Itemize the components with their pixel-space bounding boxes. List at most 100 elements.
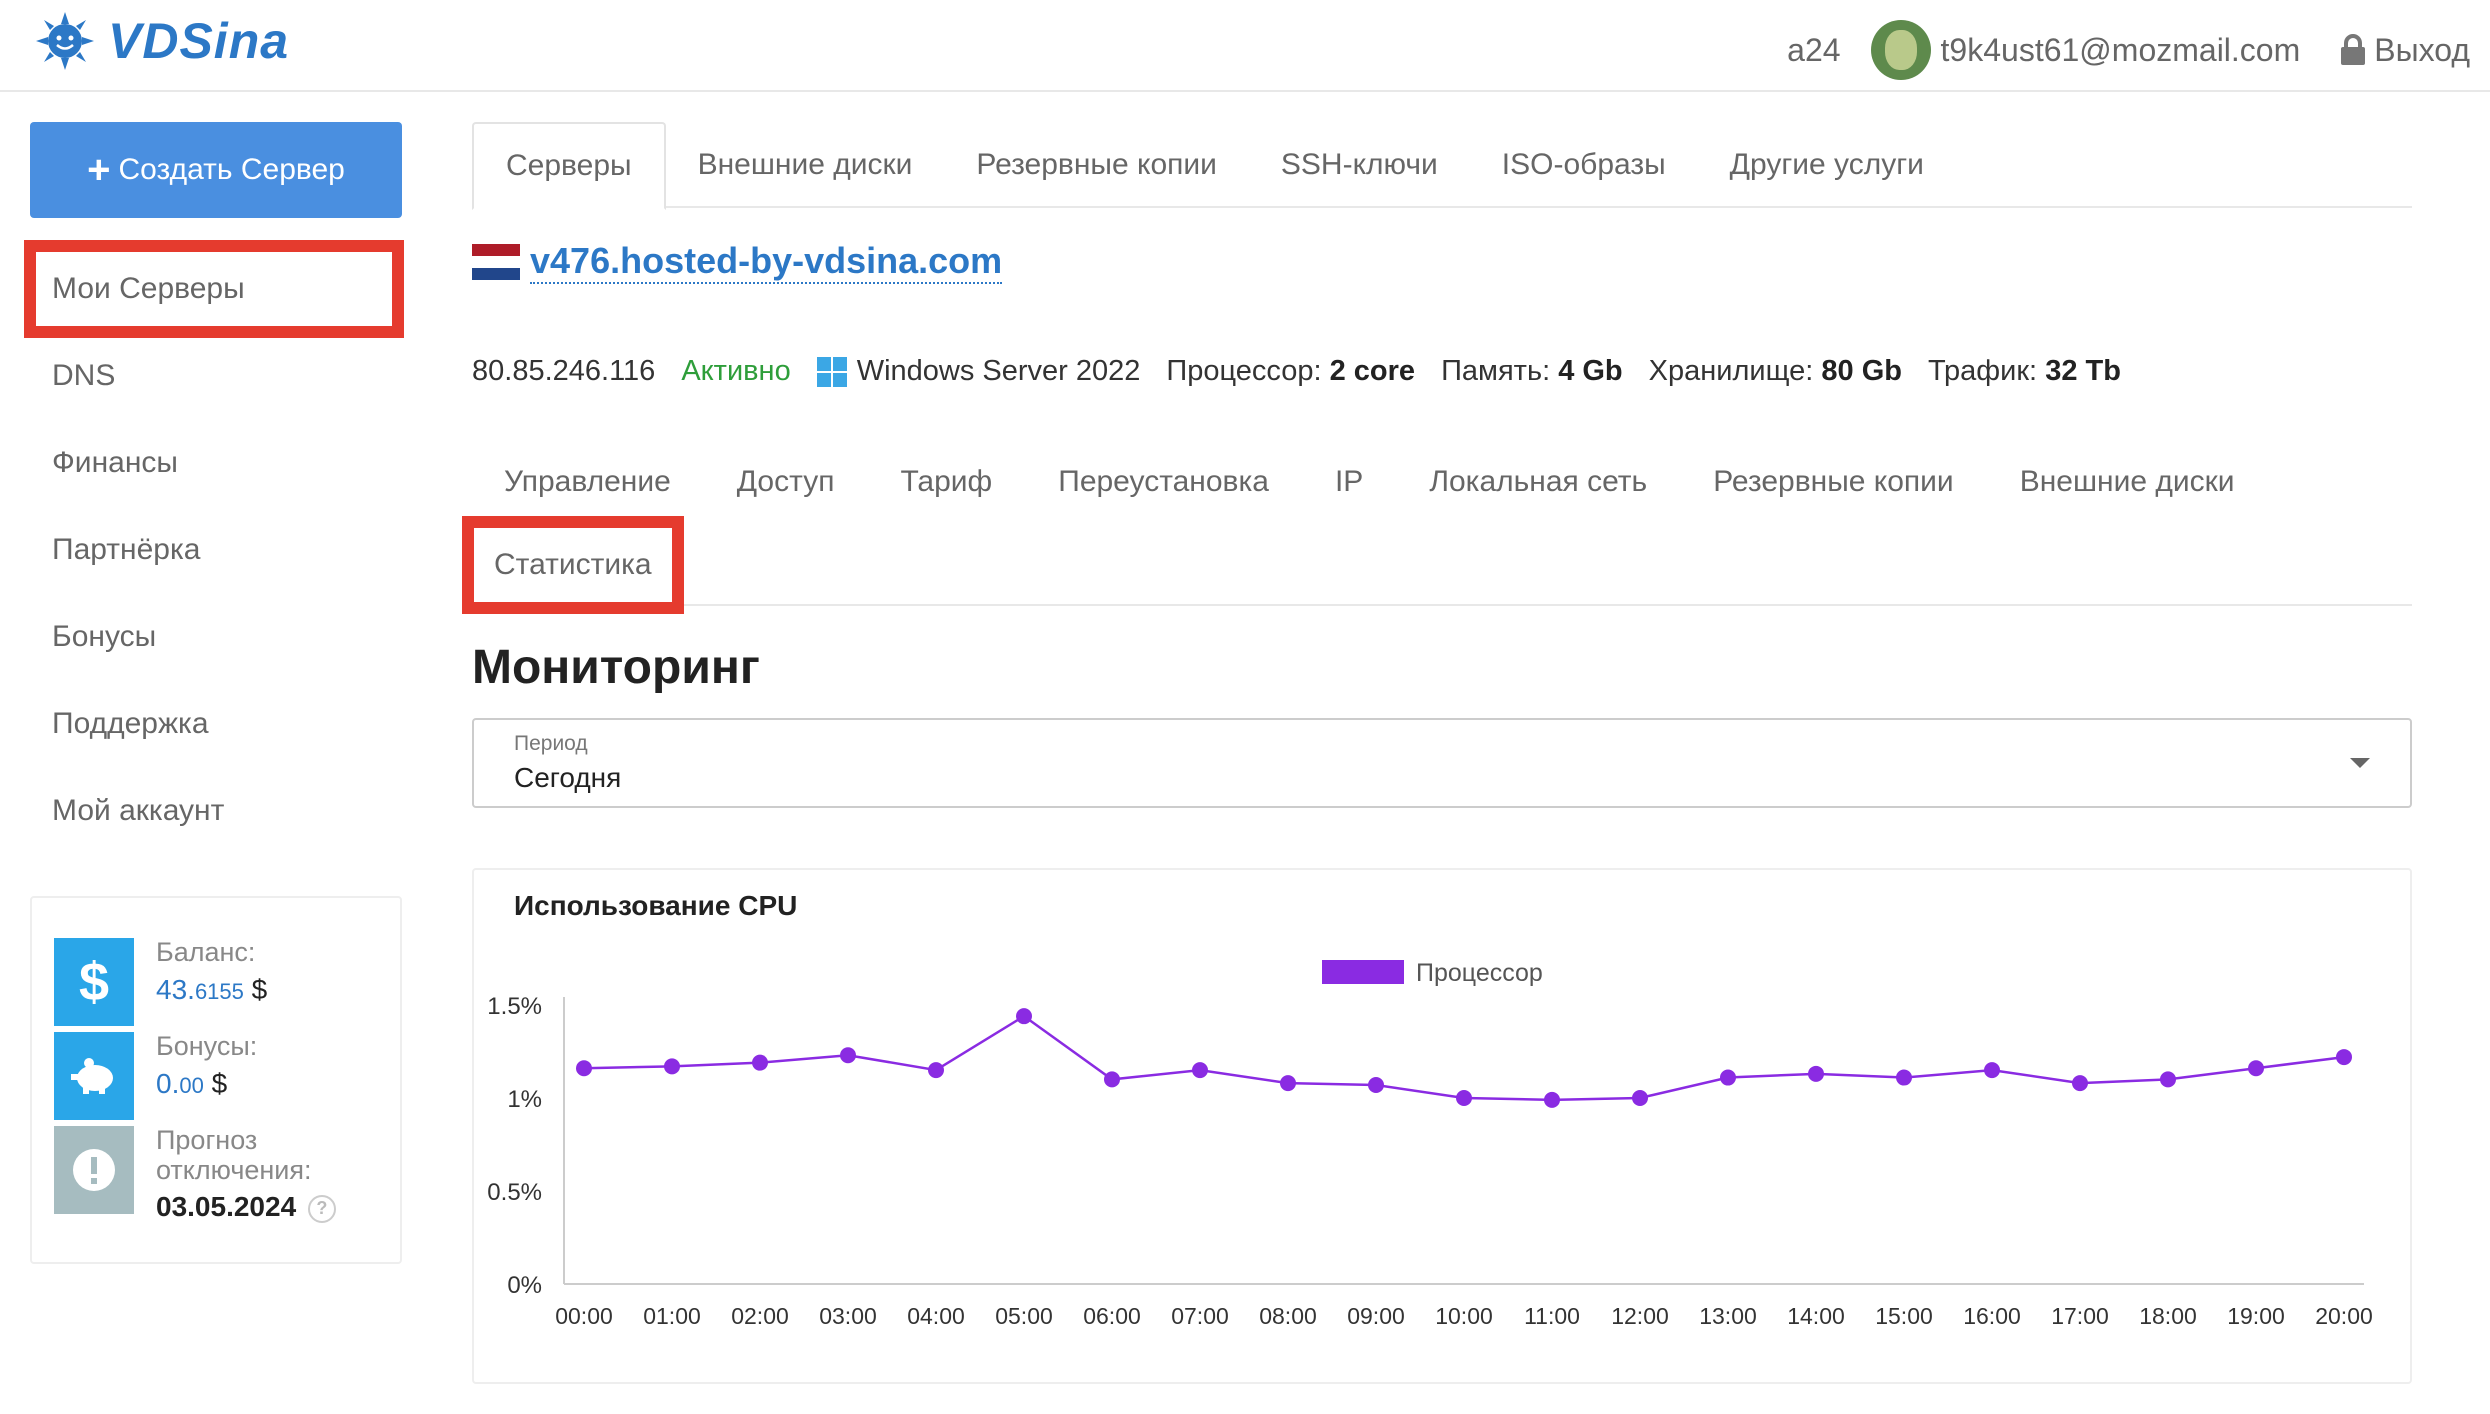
sidebar-item-my-servers[interactable]: Мои Серверы [24, 240, 404, 338]
x-tick-label: 15:00 [1875, 1303, 1933, 1329]
logout-label: Выход [2374, 31, 2470, 68]
create-server-label: Создать Сервер [118, 153, 345, 186]
help-icon[interactable]: ? [307, 1194, 336, 1223]
tab-servers[interactable]: Серверы [472, 122, 666, 210]
data-point [2072, 1075, 2088, 1092]
sidebar-item-label: Мои Серверы [52, 272, 245, 305]
tab-backups[interactable]: Резервные копии [944, 122, 1249, 208]
cpu-value: 2 core [1329, 355, 1416, 387]
bonus-fraction: 00 [179, 1072, 204, 1098]
x-tick-label: 19:00 [2227, 1303, 2285, 1329]
subtab-tariff[interactable]: Тариф [868, 440, 1026, 524]
sidebar-item-label: Мой аккаунт [52, 793, 225, 827]
x-tick-label: 11:00 [1524, 1303, 1580, 1329]
monitoring-title: Мониторинг [472, 641, 760, 694]
windows-icon [816, 357, 847, 388]
data-point [1896, 1069, 1912, 1086]
create-server-button[interactable]: + Создать Сервер [30, 122, 402, 218]
memory-value: 4 Gb [1558, 355, 1623, 387]
y-tick-label: 1.5% [487, 993, 542, 1020]
y-tick-label: 1% [507, 1086, 542, 1113]
subtab-backups[interactable]: Резервные копии [1681, 440, 1988, 524]
warning-icon [54, 1126, 134, 1214]
sidebar-item-dns[interactable]: DNS [24, 332, 404, 419]
subtab-local-network[interactable]: Локальная сеть [1397, 440, 1681, 524]
x-tick-label: 20:00 [2315, 1303, 2373, 1329]
tab-iso-images[interactable]: ISO-образы [1470, 122, 1698, 208]
server-ip[interactable]: 80.85.246.116 [472, 355, 655, 388]
balance-fraction: 6155 [194, 978, 244, 1004]
traffic-label: Трафик: [1927, 355, 2038, 387]
x-tick-label: 14:00 [1787, 1303, 1845, 1329]
forecast-date-row: 03.05.2024 ? [156, 1191, 336, 1223]
subtab-statistics[interactable]: Статистика [462, 516, 684, 614]
server-storage: Хранилище: 80 Gb [1649, 355, 1902, 388]
netherlands-flag-icon [472, 244, 520, 280]
forecast-row: Прогноз отключения: 03.05.2024 ? [54, 1125, 380, 1223]
data-point [1368, 1076, 1384, 1093]
tab-external-disks[interactable]: Внешние диски [666, 122, 945, 208]
avatar[interactable] [1870, 20, 1931, 80]
tab-other-services[interactable]: Другие услуги [1698, 122, 1956, 208]
bonus-currency: $ [211, 1067, 228, 1099]
subtab-external-disks[interactable]: Внешние диски [1988, 440, 2269, 524]
bonus-integer: 0. [156, 1067, 180, 1099]
server-os-label: Windows Server 2022 [856, 355, 1141, 387]
sidebar-nav: Мои Серверы DNS Финансы Партнёрка Бонусы… [24, 240, 404, 854]
sidebar-item-partner[interactable]: Партнёрка [24, 506, 404, 593]
bonus-row: Бонусы: 0.00 $ [54, 1031, 380, 1120]
sidebar-item-label: Партнёрка [52, 532, 201, 566]
subtab-management[interactable]: Управление [472, 440, 705, 524]
server-cpu: Процессор: 2 core [1166, 355, 1415, 388]
server-sub-tabs: Управление Доступ Тариф Переустановка IP… [462, 440, 2412, 614]
user-email[interactable]: t9k4ust61@mozmail.com [1941, 32, 2301, 69]
server-hostname-link[interactable]: v476.hosted-by-vdsina.com [530, 240, 1003, 284]
server-memory: Память: 4 Gb [1441, 355, 1623, 388]
bonus-value: 0.00 $ [156, 1068, 257, 1100]
account-alias[interactable]: a24 [1787, 32, 1840, 69]
x-tick-label: 02:00 [731, 1303, 789, 1329]
server-os: Windows Server 2022 [816, 355, 1141, 388]
bonus-label: Бонусы: [156, 1031, 258, 1061]
x-tick-label: 08:00 [1259, 1303, 1317, 1329]
period-select[interactable]: Период Сегодня [472, 718, 2412, 808]
logo[interactable]: VDSina [36, 12, 289, 70]
legend-label: Процессор [1416, 959, 1543, 987]
sidebar-item-support[interactable]: Поддержка [24, 680, 404, 767]
period-value: Сегодня [514, 762, 622, 793]
balance-value[interactable]: 43.6155 $ [156, 974, 267, 1006]
forecast-label-line1: Прогноз [156, 1125, 258, 1155]
x-tick-label: 01:00 [643, 1303, 701, 1329]
top-tabs: Серверы Внешние диски Резервные копии SS… [472, 122, 2412, 210]
data-point [576, 1060, 592, 1077]
logo-sun-icon [36, 12, 94, 70]
subtab-reinstall[interactable]: Переустановка [1026, 440, 1303, 524]
data-point [840, 1047, 856, 1064]
traffic-value: 32 Tb [2045, 355, 2121, 387]
data-point [1808, 1065, 1824, 1082]
balance-label: Баланс: [156, 937, 256, 967]
data-point [1280, 1075, 1296, 1092]
sidebar-item-bonuses[interactable]: Бонусы [24, 593, 404, 680]
x-tick-label: 00:00 [555, 1303, 613, 1329]
forecast-label-line2: отключения: [156, 1154, 312, 1185]
data-point [1104, 1071, 1120, 1088]
sidebar-item-label: Финансы [52, 445, 178, 479]
piggy-bank-icon [54, 1032, 134, 1120]
top-bar: VDSina a24 t9k4ust61@mozmail.com Выход [0, 0, 2490, 92]
data-point [2160, 1071, 2176, 1088]
subtab-access[interactable]: Доступ [705, 440, 869, 524]
x-tick-label: 12:00 [1611, 1303, 1669, 1329]
memory-label: Память: [1441, 355, 1551, 387]
sidebar-item-account[interactable]: Мой аккаунт [24, 767, 404, 854]
sidebar-item-label: DNS [52, 358, 116, 392]
sidebar-item-finance[interactable]: Финансы [24, 419, 404, 506]
subtab-ip[interactable]: IP [1303, 440, 1397, 524]
forecast-date: 03.05.2024 [156, 1191, 297, 1223]
x-tick-label: 13:00 [1699, 1303, 1757, 1329]
logout-link[interactable]: Выход [2340, 32, 2470, 69]
cpu-label: Процессор: [1166, 355, 1322, 387]
tab-ssh-keys[interactable]: SSH-ключи [1249, 122, 1470, 208]
data-point [928, 1062, 944, 1079]
storage-label: Хранилище: [1648, 355, 1814, 387]
